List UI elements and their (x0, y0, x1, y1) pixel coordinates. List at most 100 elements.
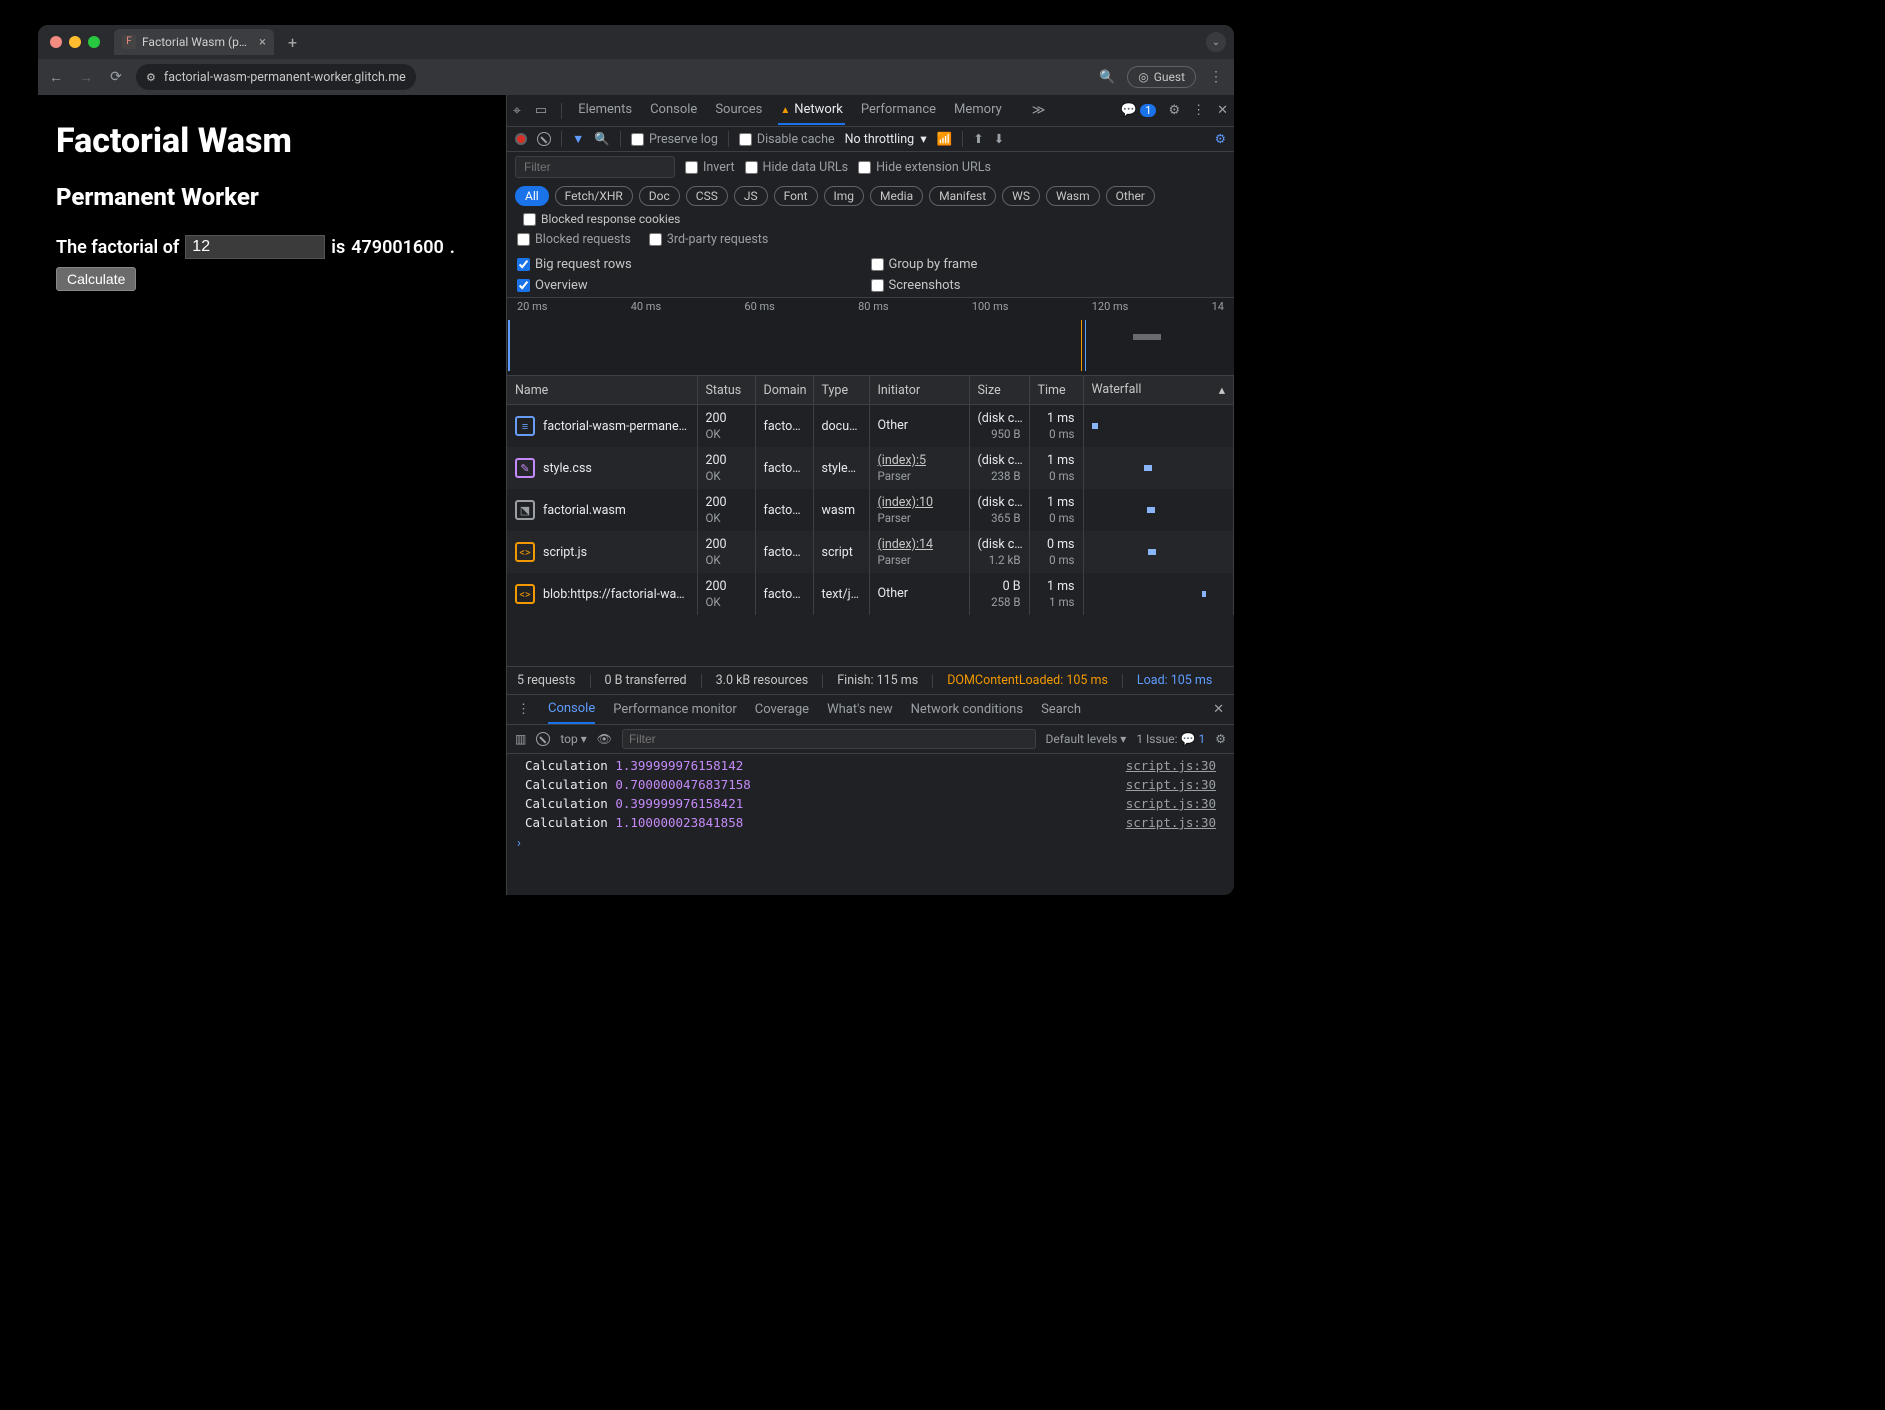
column-size[interactable]: Size (969, 376, 1029, 405)
maximize-window-icon[interactable] (88, 36, 100, 48)
console-output[interactable]: Calculation 1.399999976158142script.js:3… (507, 754, 1234, 834)
group-frame-checkbox[interactable]: Group by frame (871, 257, 1225, 272)
network-table[interactable]: NameStatusDomainTypeInitiatorSizeTimeWat… (507, 376, 1234, 667)
more-tabs-icon[interactable]: ≫ (1032, 103, 1046, 118)
back-icon[interactable]: ← (46, 69, 66, 86)
source-link[interactable]: script.js:30 (1126, 777, 1216, 792)
console-settings-icon[interactable]: ⚙ (1215, 732, 1226, 746)
log-levels-select[interactable]: Default levels ▾ (1046, 732, 1127, 746)
devtools-tab-elements[interactable]: Elements (576, 96, 634, 125)
devtools-tab-network[interactable]: Network (778, 96, 845, 125)
overview-checkbox[interactable]: Overview (517, 278, 871, 293)
table-row[interactable]: ⬔factorial.wasm200OKfactori…wasm(index):… (507, 489, 1234, 531)
column-status[interactable]: Status (697, 376, 755, 405)
forward-icon[interactable]: → (76, 69, 96, 86)
hide-data-urls-checkbox[interactable]: Hide data URLs (745, 160, 849, 175)
filter-chip-css[interactable]: CSS (686, 186, 728, 206)
inspect-icon[interactable]: ⌖ (513, 103, 521, 119)
live-expression-icon[interactable]: 👁 (597, 732, 612, 746)
source-link[interactable]: script.js:30 (1126, 758, 1216, 773)
drawer-tab-search[interactable]: Search (1041, 696, 1081, 723)
table-row[interactable]: <>blob:https://factorial-wa…200OKfactori… (507, 573, 1234, 615)
drawer-tab-coverage[interactable]: Coverage (755, 696, 809, 723)
disable-cache-checkbox[interactable]: Disable cache (739, 132, 835, 147)
reload-icon[interactable]: ⟳ (106, 69, 126, 85)
minimize-window-icon[interactable] (69, 36, 81, 48)
filter-chip-img[interactable]: Img (824, 186, 865, 206)
throttling-select[interactable]: No throttling ▾ (845, 131, 927, 147)
column-time[interactable]: Time (1029, 376, 1083, 405)
table-row[interactable]: ✎style.css200OKfactori…styles…(index):5P… (507, 447, 1234, 489)
source-link[interactable]: script.js:30 (1126, 815, 1216, 830)
big-rows-checkbox[interactable]: Big request rows (517, 257, 871, 272)
export-har-icon[interactable]: ⬆ (973, 131, 983, 147)
table-row[interactable]: ≡factorial-wasm-permane…200OKfactori…doc… (507, 405, 1234, 448)
filter-chip-fetchxhr[interactable]: Fetch/XHR (555, 186, 633, 206)
blocked-cookies-checkbox[interactable]: Blocked response cookies (523, 212, 680, 226)
close-devtools-icon[interactable]: ✕ (1217, 103, 1228, 118)
device-toggle-icon[interactable]: ▭ (535, 103, 547, 118)
devtools-tab-performance[interactable]: Performance (859, 96, 938, 125)
calculate-button[interactable]: Calculate (56, 267, 136, 291)
source-link[interactable]: script.js:30 (1126, 796, 1216, 811)
settings-icon[interactable]: ⚙ (1168, 103, 1180, 118)
filter-chip-js[interactable]: JS (734, 186, 768, 206)
new-tab-button[interactable]: + (282, 33, 303, 52)
preserve-log-checkbox[interactable]: Preserve log (631, 132, 718, 147)
drawer-menu-icon[interactable]: ⋮ (517, 702, 530, 717)
tab-search-button[interactable]: ⌄ (1206, 32, 1226, 52)
window-controls[interactable] (50, 36, 100, 48)
column-waterfall[interactable]: Waterfall ▴ (1083, 376, 1234, 405)
filter-chip-manifest[interactable]: Manifest (929, 186, 996, 206)
close-tab-icon[interactable]: × (259, 35, 266, 50)
context-select[interactable]: top ▾ (560, 732, 586, 746)
devtools-tab-sources[interactable]: Sources (713, 96, 764, 125)
browser-tab[interactable]: F Factorial Wasm (permanent \ × (114, 29, 274, 55)
network-settings-icon[interactable]: ⚙ (1215, 131, 1226, 147)
console-prompt[interactable]: › (507, 834, 1234, 853)
column-type[interactable]: Type (813, 376, 869, 405)
profile-badge[interactable]: ◎ Guest (1127, 66, 1196, 88)
address-bar[interactable]: ⚙ factorial-wasm-permanent-worker.glitch… (136, 64, 416, 90)
drawer-tab-network-conditions[interactable]: Network conditions (911, 696, 1023, 723)
close-drawer-icon[interactable]: ✕ (1213, 702, 1224, 717)
console-sidebar-toggle-icon[interactable]: ▥ (515, 732, 526, 746)
drawer-tab-console[interactable]: Console (548, 695, 595, 724)
clear-button[interactable] (537, 132, 551, 146)
devtools-menu-icon[interactable]: ⋮ (1192, 103, 1205, 118)
column-domain[interactable]: Domain (755, 376, 813, 405)
close-window-icon[interactable] (50, 36, 62, 48)
blocked-requests-checkbox[interactable]: Blocked requests (517, 232, 631, 247)
table-row[interactable]: <>script.js200OKfactori…script(index):14… (507, 531, 1234, 573)
filter-chip-all[interactable]: All (515, 186, 549, 206)
issues-button[interactable]: 💬 1 (1121, 103, 1157, 118)
network-filter-input[interactable] (515, 156, 675, 178)
filter-chip-media[interactable]: Media (870, 186, 923, 206)
filter-chip-font[interactable]: Font (774, 186, 818, 206)
column-initiator[interactable]: Initiator (869, 376, 969, 405)
console-filter-input[interactable] (622, 729, 1036, 749)
factorial-input[interactable] (185, 235, 325, 259)
screenshots-checkbox[interactable]: Screenshots (871, 278, 1225, 293)
drawer-tab-what-s-new[interactable]: What's new (827, 696, 893, 723)
menu-icon[interactable]: ⋮ (1206, 69, 1226, 85)
invert-checkbox[interactable]: Invert (685, 160, 735, 175)
third-party-checkbox[interactable]: 3rd-party requests (649, 232, 768, 247)
site-info-icon[interactable]: ⚙ (146, 71, 156, 84)
console-issues[interactable]: 1 Issue: 💬 1 (1136, 732, 1205, 746)
column-name[interactable]: Name (507, 376, 697, 405)
filter-toggle-icon[interactable]: ▼ (572, 132, 584, 147)
zoom-icon[interactable]: 🔍 (1097, 70, 1117, 85)
drawer-tab-performance-monitor[interactable]: Performance monitor (613, 696, 737, 723)
search-icon[interactable]: 🔍 (594, 132, 610, 147)
filter-chip-ws[interactable]: WS (1002, 186, 1040, 206)
console-clear-icon[interactable] (536, 732, 550, 746)
import-har-icon[interactable]: ⬇ (994, 131, 1004, 147)
devtools-tab-memory[interactable]: Memory (952, 96, 1004, 125)
filter-chip-other[interactable]: Other (1106, 186, 1155, 206)
record-button[interactable] (515, 133, 527, 145)
filter-chip-wasm[interactable]: Wasm (1046, 186, 1100, 206)
hide-extension-urls-checkbox[interactable]: Hide extension URLs (858, 160, 991, 175)
devtools-tab-console[interactable]: Console (648, 96, 699, 125)
network-conditions-icon[interactable]: 📶 (937, 132, 953, 147)
